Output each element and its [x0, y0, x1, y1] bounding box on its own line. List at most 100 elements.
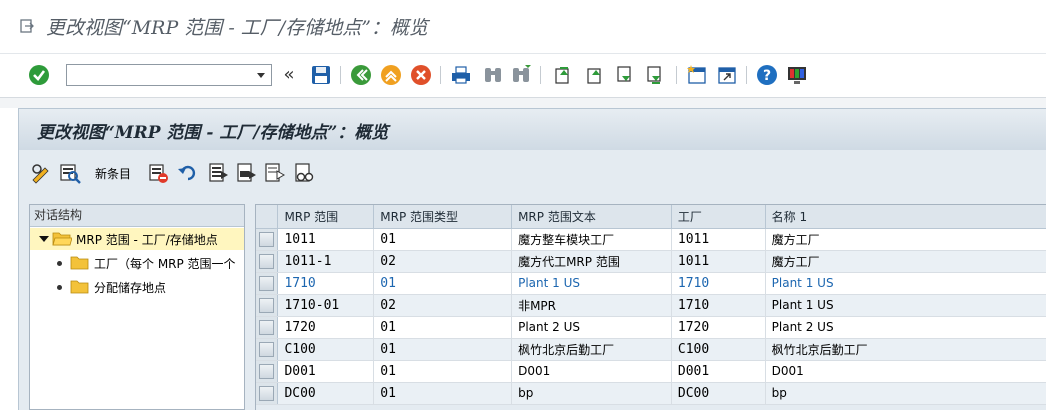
- cell-plant[interactable]: 1710: [671, 294, 766, 317]
- cell-mrp-area-text[interactable]: 魔方整车模块工厂: [511, 228, 672, 251]
- row-selector[interactable]: [256, 316, 279, 339]
- table-row[interactable]: 1011 01 魔方整车模块工厂 1011 魔方工厂: [256, 228, 1046, 251]
- row-selector[interactable]: [256, 382, 279, 405]
- cell-mrp-area[interactable]: 1011-1: [277, 250, 375, 273]
- select-all-column-header[interactable]: [256, 205, 279, 229]
- first-page-icon[interactable]: [552, 64, 574, 86]
- exit-icon[interactable]: [380, 64, 402, 86]
- row-selector[interactable]: [256, 272, 279, 295]
- cell-mrp-area[interactable]: DC00: [277, 382, 375, 405]
- help-icon[interactable]: ?: [756, 64, 778, 86]
- back-icon[interactable]: [350, 64, 372, 86]
- tree-node-plants[interactable]: 工厂（每个 MRP 范围一个: [30, 252, 244, 274]
- row-selector[interactable]: [256, 228, 279, 251]
- row-selector[interactable]: [256, 294, 279, 317]
- save-icon[interactable]: [310, 64, 332, 86]
- cell-mrp-area-text[interactable]: 枫竹北京后勤工厂: [511, 338, 672, 361]
- table-row[interactable]: DC00 01 bp DC00 bp: [256, 382, 1046, 405]
- tree-node-assign-storage-locations[interactable]: 分配储存地点: [30, 276, 244, 298]
- cell-plant[interactable]: 1011: [671, 228, 766, 251]
- cell-plant[interactable]: 1720: [671, 316, 766, 339]
- tree-node-mrp-area-plant-storage[interactable]: MRP 范围 - 工厂/存储地点: [30, 228, 244, 250]
- cell-mrp-area-text[interactable]: bp: [511, 382, 672, 405]
- cell-name-1[interactable]: D001: [765, 360, 1046, 383]
- cell-plant[interactable]: D001: [671, 360, 766, 383]
- row-selector[interactable]: [256, 338, 279, 361]
- table-row[interactable]: 1011-1 02 魔方代工MRP 范围 1011 魔方工厂: [256, 250, 1046, 273]
- cell-name-1[interactable]: 魔方工厂: [765, 250, 1046, 273]
- undo-icon[interactable]: [177, 162, 199, 184]
- cell-mrp-area-text[interactable]: D001: [511, 360, 672, 383]
- cell-name-1[interactable]: bp: [765, 382, 1046, 405]
- column-header-mrp-area-type[interactable]: MRP 范围类型: [373, 205, 513, 229]
- column-header-name-1[interactable]: 名称 1: [765, 205, 1046, 229]
- select-block-icon[interactable]: [235, 162, 257, 184]
- table-row[interactable]: C100 01 枫竹北京后勤工厂 C100 枫竹北京后勤工厂: [256, 338, 1046, 361]
- cell-name-1[interactable]: 枫竹北京后勤工厂: [765, 338, 1046, 361]
- screen-header: 更改视图“MRP 范围 - 工厂/存储地点”：概览: [18, 108, 1046, 150]
- cell-mrp-area[interactable]: 1710-01: [277, 294, 375, 317]
- cell-mrp-area-type[interactable]: 01: [373, 228, 513, 251]
- cell-plant[interactable]: DC00: [671, 382, 766, 405]
- cell-mrp-area[interactable]: 1011: [277, 228, 375, 251]
- command-field[interactable]: [66, 64, 272, 86]
- table-row[interactable]: D001 01 D001 D001 D001: [256, 360, 1046, 383]
- cancel-icon[interactable]: [410, 64, 432, 86]
- customize-layout-icon[interactable]: [786, 64, 808, 86]
- display-change-icon[interactable]: [29, 162, 51, 184]
- collapse-double-chevron-icon[interactable]: «: [282, 64, 296, 86]
- column-header-mrp-area[interactable]: MRP 范围: [277, 205, 375, 229]
- shortcut-icon[interactable]: [716, 64, 738, 86]
- print-icon[interactable]: [450, 64, 472, 86]
- cell-name-1[interactable]: Plant 2 US: [765, 316, 1046, 339]
- row-selector[interactable]: [256, 250, 279, 273]
- glasses-icon[interactable]: [293, 162, 315, 184]
- cell-plant[interactable]: C100: [671, 338, 766, 361]
- page-title: 更改视图“MRP 范围 - 工厂/存储地点”：概览: [37, 123, 389, 143]
- cell-mrp-area-type[interactable]: 01: [373, 316, 513, 339]
- table-row[interactable]: 1710 01 Plant 1 US 1710 Plant 1 US: [256, 272, 1046, 295]
- cell-mrp-area-type[interactable]: 02: [373, 250, 513, 273]
- next-page-icon[interactable]: [614, 64, 636, 86]
- caret-down-icon[interactable]: [39, 234, 49, 244]
- cell-mrp-area-type[interactable]: 01: [373, 382, 513, 405]
- last-page-icon[interactable]: [644, 64, 666, 86]
- cell-mrp-area[interactable]: 1720: [277, 316, 375, 339]
- cell-mrp-area-text[interactable]: Plant 2 US: [511, 316, 672, 339]
- row-selector[interactable]: [256, 360, 279, 383]
- cell-mrp-area[interactable]: C100: [277, 338, 375, 361]
- cell-name-1[interactable]: 魔方工厂: [765, 228, 1046, 251]
- delete-icon[interactable]: [147, 162, 169, 184]
- cell-name-1[interactable]: Plant 1 US: [765, 294, 1046, 317]
- details-icon[interactable]: [59, 162, 81, 184]
- select-all-icon[interactable]: [207, 162, 229, 184]
- table-row[interactable]: 1720 01 Plant 2 US 1720 Plant 2 US: [256, 316, 1046, 339]
- chevron-down-icon[interactable]: [251, 65, 271, 85]
- cell-mrp-area-type[interactable]: 02: [373, 294, 513, 317]
- cell-plant[interactable]: 1011: [671, 250, 766, 273]
- cell-plant[interactable]: 1710: [671, 272, 766, 295]
- application-toolbar: 新条目: [18, 150, 1046, 194]
- find-next-icon[interactable]: [510, 64, 532, 86]
- column-header-plant[interactable]: 工厂: [671, 205, 766, 229]
- cell-mrp-area-text[interactable]: 非MPR: [511, 294, 672, 317]
- cell-mrp-area[interactable]: D001: [277, 360, 375, 383]
- new-entries-button[interactable]: 新条目: [95, 165, 131, 182]
- cell-mrp-area-type[interactable]: 01: [373, 272, 513, 295]
- find-icon[interactable]: [482, 64, 504, 86]
- cell-mrp-area[interactable]: 1710: [277, 272, 375, 295]
- cell-mrp-area-text[interactable]: Plant 1 US: [511, 272, 672, 295]
- table-row[interactable]: 1710-01 02 非MPR 1710 Plant 1 US: [256, 294, 1046, 317]
- cell-name-1[interactable]: Plant 1 US: [765, 272, 1046, 295]
- cell-mrp-area-type[interactable]: 01: [373, 360, 513, 383]
- previous-page-icon[interactable]: [584, 64, 606, 86]
- new-session-icon[interactable]: [686, 64, 708, 86]
- toolbar-separator: [676, 66, 677, 84]
- enter-icon[interactable]: [28, 64, 50, 86]
- cell-mrp-area-type[interactable]: 01: [373, 338, 513, 361]
- command-input[interactable]: [67, 65, 251, 85]
- cell-mrp-area-text[interactable]: 魔方代工MRP 范围: [511, 250, 672, 273]
- column-header-mrp-area-text[interactable]: MRP 范围文本: [511, 205, 672, 229]
- deselect-all-icon[interactable]: [263, 162, 285, 184]
- tree-node-label: 工厂（每个 MRP 范围一个: [94, 257, 236, 271]
